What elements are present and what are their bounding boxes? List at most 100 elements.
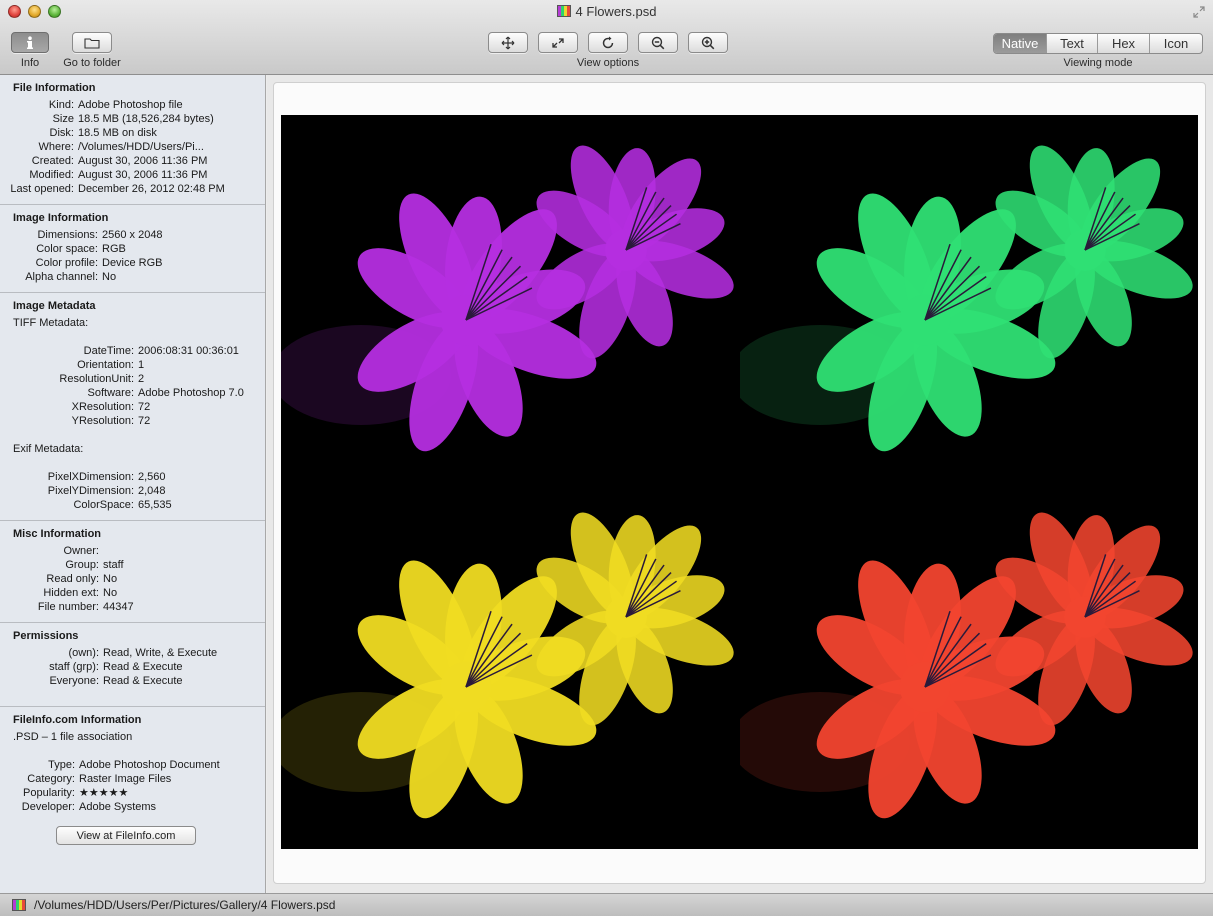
info-row: Created: August 30, 2006 11:36 PM [0,154,265,168]
info-value: staff [103,559,124,571]
info-value: December 26, 2012 02:48 PM [78,183,225,195]
info-key: (own): [68,647,99,659]
info-value: ★★★★★ [79,787,129,799]
fit-to-window-button[interactable] [538,32,578,53]
file-information-section: File Information Kind: Adobe Photoshop fi… [0,75,265,205]
info-key: Where: [38,141,74,153]
rotate-icon [602,36,614,48]
info-key: Color profile: [35,257,98,269]
info-row: Size 18.5 MB (18,526,284 bytes) [0,112,265,126]
info-sidebar: File Information Kind: Adobe Photoshop fi… [0,75,266,893]
info-row: Developer: Adobe Systems [0,800,265,814]
info-value: No [102,271,117,283]
viewing-mode-control: Native Text Hex Icon [993,33,1203,54]
image-information-section: Image Information Dimensions: 2560 x 2048… [0,205,265,293]
move-button[interactable] [488,32,528,53]
move-arrows-icon [501,36,515,49]
info-value: 44347 [103,601,134,613]
preview-card [273,82,1206,884]
info-row: Modified: August 30, 2006 11:36 PM [0,168,265,182]
expand-arrows-icon [552,37,564,48]
section-heading: FileInfo.com Information [13,714,142,726]
section-heading: Permissions [13,630,79,642]
info-row: File number: 44347 [0,600,265,614]
info-key: ResolutionUnit: [59,373,134,385]
info-key: Last opened: [10,183,74,195]
misc-information-section: Misc Information Owner: Group: staff Read o… [0,521,265,623]
section-heading: Misc Information [13,528,102,540]
flower-quadrant-1 [281,145,734,452]
rotate-button[interactable] [588,32,628,53]
image-metadata-section: Image Metadata TIFF Metadata: DateTime: 2… [0,293,265,521]
info-value: Adobe Systems [79,801,157,813]
mode-hex-tab[interactable]: Hex [1098,34,1150,53]
info-value: Read, Write, & Execute [103,647,218,659]
info-value: Raster Image Files [79,773,172,785]
info-icon [27,35,33,49]
info-key: PixelYDimension: [47,485,134,497]
info-key: Popularity: [23,787,75,799]
info-value: 2 [138,373,145,385]
mode-text-tab[interactable]: Text [1047,34,1098,53]
section-heading: Image Metadata [13,300,96,312]
title-toolbar: 4 Flowers.psd Info Go to folder View opt… [0,0,1213,75]
info-key: Type: [48,759,75,771]
info-key: Hidden ext: [43,587,99,599]
info-value: /Volumes/HDD/Users/Pi... [78,141,204,153]
info-value: 18.5 MB on disk [78,127,157,139]
info-row: ColorSpace: 65,535 [0,498,265,512]
info-row: Kind: Adobe Photoshop file [0,98,265,112]
info-value: Read & Execute [103,661,183,673]
image-preview[interactable] [281,115,1198,849]
mode-icon-tab[interactable]: Icon [1150,34,1202,53]
view-at-fileinfo-button[interactable]: View at FileInfo.com [56,826,196,845]
zoom-in-button[interactable] [688,32,728,53]
app-window: 4 Flowers.psd Info Go to folder View opt… [0,0,1213,916]
info-row: Read only: No [0,572,265,586]
info-row: Where: /Volumes/HDD/Users/Pi... [0,140,265,154]
info-key: XResolution: [71,401,134,413]
preview-area [267,75,1213,893]
info-row: (own): Read, Write, & Execute [0,646,265,660]
view-options-label: View options [576,57,640,69]
info-value: 2,560 [138,471,166,483]
info-row: Category: Raster Image Files [0,772,265,786]
info-row: Orientation: 1 [0,358,265,372]
info-row: DateTime: 2006:08:31 00:36:01 [0,344,265,358]
info-row: Popularity: ★★★★★ [0,786,265,800]
info-row: Color profile: Device RGB [0,256,265,270]
info-value: Adobe Photoshop file [78,99,183,111]
info-row: Software: Adobe Photoshop 7.0 [0,386,265,400]
file-association-text: .PSD – 1 file association [13,731,133,743]
mode-native-tab[interactable]: Native [994,34,1047,53]
info-key: Size [52,113,74,125]
viewing-mode-label: Viewing mode [1063,57,1133,69]
window-title-text: 4 Flowers.psd [575,4,657,19]
info-key: Modified: [29,169,74,181]
permissions-section: Permissions (own): Read, Write, & Execute… [0,623,265,707]
info-key: Kind: [48,99,74,111]
info-value: 1 [138,359,145,371]
fullscreen-icon[interactable] [1193,6,1205,18]
fileinfo-section: FileInfo.com Information .PSD – 1 file a… [0,707,265,853]
info-row: Disk: 18.5 MB on disk [0,126,265,140]
info-value: 72 [138,415,151,427]
tiff-metadata-label: TIFF Metadata: [13,317,89,329]
info-row: staff (grp): Read & Execute [0,660,265,674]
info-row: PixelXDimension: 2,560 [0,470,265,484]
info-key: Read only: [46,573,99,585]
info-row: Everyone: Read & Execute [0,674,265,688]
info-value: No [103,587,118,599]
info-button[interactable] [11,32,49,53]
info-key: Developer: [21,801,75,813]
info-key: Software: [87,387,134,399]
go-to-folder-button[interactable] [72,32,112,53]
window-title: 4 Flowers.psd [0,4,1213,19]
info-key: YResolution: [71,415,134,427]
zoom-out-button[interactable] [638,32,678,53]
go-to-folder-label: Go to folder [63,57,121,69]
info-row: Dimensions: 2560 x 2048 [0,228,265,242]
info-row: Alpha channel: No [0,270,265,284]
info-key: PixelXDimension: [47,471,134,483]
info-value: 2,048 [138,485,166,497]
